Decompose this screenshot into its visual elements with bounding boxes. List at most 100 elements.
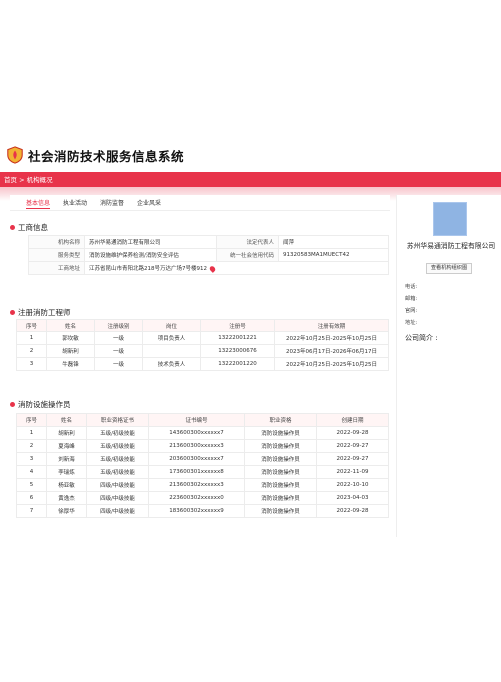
cell: 223600302xxxxxx0 bbox=[148, 491, 245, 505]
table-row: 1 郭坎敏 一级 项目负责人 13222001221 2022年10月25日-2… bbox=[16, 331, 389, 345]
cell: 2022年10月25日-2025年10月25日 bbox=[274, 357, 389, 371]
cell: 一级 bbox=[94, 357, 143, 371]
cell: 13222001220 bbox=[200, 357, 275, 371]
cell: 一级 bbox=[94, 344, 143, 358]
table-row: 4 李瑞炼 五级/初级技能 173600301xxxxxx8 消防设施操作员 2… bbox=[16, 465, 389, 479]
cell: 项目负责人 bbox=[142, 331, 201, 345]
cell: 消防设施操作员 bbox=[244, 478, 317, 492]
engineers-table: 序号 姓名 注册级别 岗位 注册号 注册有效期 1 郭坎敏 一级 项目负责人 1… bbox=[16, 319, 389, 371]
cell: 13222001221 bbox=[200, 331, 275, 345]
column-header: 职业资格 bbox=[244, 413, 317, 427]
cell: 消防设施操作员 bbox=[244, 504, 317, 518]
company-name: 苏州华易通消防工程有限公司 bbox=[406, 242, 496, 250]
field-label: 机构名称 bbox=[28, 235, 85, 249]
shield-logo-icon bbox=[7, 146, 23, 164]
cell: 5 bbox=[16, 478, 47, 492]
cell: 2022-09-27 bbox=[316, 439, 389, 453]
cell: 4 bbox=[16, 465, 47, 479]
phone-label: 电话: bbox=[405, 284, 418, 290]
cell: 技术负责人 bbox=[142, 357, 201, 371]
table-row: 1 胡新利 五级/初级技能 143600300xxxxxx7 消防设施操作员 2… bbox=[16, 426, 389, 440]
view-org-chart-button[interactable]: 查看机构组织图 bbox=[426, 263, 472, 274]
email-label: 邮箱: bbox=[405, 296, 418, 302]
cell: 消防设施操作员 bbox=[244, 426, 317, 440]
cell: 3 bbox=[16, 452, 47, 466]
table-row: 2 胡新利 一级 13223000676 2023年06月17日-2026年06… bbox=[16, 344, 389, 358]
cell: 173600301xxxxxx8 bbox=[148, 465, 245, 479]
cell: 杨亚敏 bbox=[46, 478, 87, 492]
cell: 黄逸杰 bbox=[46, 491, 87, 505]
field-value: 91320583MA1MUECT42 bbox=[278, 248, 389, 262]
column-header: 姓名 bbox=[46, 413, 87, 427]
breadcrumb: 首页 > 机构概况 bbox=[4, 174, 53, 184]
address-label: 地址: bbox=[405, 320, 418, 326]
field-value: 江苏省昆山市青阳北路218号万达广场7号楼912 bbox=[84, 261, 389, 275]
cell: 2022-09-27 bbox=[316, 452, 389, 466]
cell: 消防设施操作员 bbox=[244, 465, 317, 479]
cell: 3 bbox=[16, 357, 47, 371]
cell: 2022-09-28 bbox=[316, 426, 389, 440]
table-row: 5 杨亚敏 四级/中级技能 213600302xxxxxx3 消防设施操作员 2… bbox=[16, 478, 389, 492]
column-header: 证书编号 bbox=[148, 413, 245, 427]
cell: 四级/中级技能 bbox=[86, 478, 149, 492]
address-text: 江苏省昆山市青阳北路218号万达广场7号楼912 bbox=[89, 266, 207, 272]
cell: 7 bbox=[16, 504, 47, 518]
section-bullet-icon bbox=[10, 224, 15, 230]
table-row: 2 夏海峰 五级/初级技能 213600300xxxxxx3 消防设施操作员 2… bbox=[16, 439, 389, 453]
table-row: 6 黄逸杰 四级/中级技能 223600302xxxxxx0 消防设施操作员 2… bbox=[16, 491, 389, 505]
cell: 143600300xxxxxx7 bbox=[148, 426, 245, 440]
field-label: 法定代表人 bbox=[216, 235, 279, 249]
cell: 牛磊锋 bbox=[46, 357, 95, 371]
company-sidebar: 苏州华易通消防工程有限公司 查看机构组织图 电话: 邮箱: 官网: 地址: 公司… bbox=[396, 195, 501, 537]
cell: 消防设施操作员 bbox=[244, 439, 317, 453]
cell: 五级/初级技能 bbox=[86, 439, 149, 453]
section-operators-title: 消防设施操作员 bbox=[10, 399, 71, 410]
cell: 五级/初级技能 bbox=[86, 465, 149, 479]
map-pin-icon[interactable] bbox=[208, 264, 217, 273]
field-label: 工商地址 bbox=[28, 261, 85, 275]
table-row: 3 牛磊锋 一级 技术负责人 13222001220 2022年10月25日-2… bbox=[16, 357, 389, 371]
cell: 夏海峰 bbox=[46, 439, 87, 453]
company-logo bbox=[433, 202, 467, 236]
cell: 2023年06月17日-2026年06月17日 bbox=[274, 344, 389, 358]
column-header: 姓名 bbox=[46, 319, 95, 332]
cell: 183600302xxxxxx9 bbox=[148, 504, 245, 518]
field-value: 闻萍 bbox=[278, 235, 389, 249]
column-header: 序号 bbox=[16, 319, 47, 332]
breadcrumb-home[interactable]: 首页 bbox=[4, 176, 17, 184]
section-engineers-title: 注册消防工程师 bbox=[10, 307, 71, 318]
cell: 2 bbox=[16, 344, 47, 358]
cell: 消防设施操作员 bbox=[244, 491, 317, 505]
column-header: 注册有效期 bbox=[274, 319, 389, 332]
field-label: 统一社会信用代码 bbox=[216, 248, 279, 262]
column-header: 注册号 bbox=[200, 319, 275, 332]
tab-company-style[interactable]: 企业风采 bbox=[137, 198, 161, 207]
breadcrumb-current: 机构概况 bbox=[26, 176, 53, 184]
cell: 6 bbox=[16, 491, 47, 505]
cell: 213600302xxxxxx3 bbox=[148, 478, 245, 492]
cell: 13223000676 bbox=[200, 344, 275, 358]
cell: 1 bbox=[16, 331, 47, 345]
cell: 2022-10-10 bbox=[316, 478, 389, 492]
column-header: 创建日期 bbox=[316, 413, 389, 427]
table-row: 3 刘新海 五级/初级技能 203600300xxxxxx7 消防设施操作员 2… bbox=[16, 452, 389, 466]
tab-practice-activity[interactable]: 执业活动 bbox=[63, 198, 87, 207]
cell: 2022-09-28 bbox=[316, 504, 389, 518]
cell: 消防设施操作员 bbox=[244, 452, 317, 466]
cell: 2 bbox=[16, 439, 47, 453]
cell: 郭坎敏 bbox=[46, 331, 95, 345]
cell: 一级 bbox=[94, 331, 143, 345]
app-title: 社会消防技术服务信息系统 bbox=[28, 149, 185, 164]
tab-divider bbox=[10, 210, 390, 211]
cell: 徐厚华 bbox=[46, 504, 87, 518]
operators-table: 序号 姓名 职业资格证书 证书编号 职业资格 创建日期 1 胡新利 五级/初级技… bbox=[16, 413, 389, 518]
cell: 2022-11-09 bbox=[316, 465, 389, 479]
cell: 胡新利 bbox=[46, 344, 95, 358]
column-header: 职业资格证书 bbox=[86, 413, 149, 427]
tab-basic-info[interactable]: 基本信息 bbox=[26, 198, 51, 209]
table-row: 服务类型 消防设施维护保养检测/消防安全评估 统一社会信用代码 91320583… bbox=[28, 248, 389, 262]
field-value: 苏州华易通消防工程有限公司 bbox=[84, 235, 217, 249]
business-info-table: 机构名称 苏州华易通消防工程有限公司 法定代表人 闻萍 服务类型 消防设施维护保… bbox=[28, 235, 389, 275]
cell: 五级/初级技能 bbox=[86, 426, 149, 440]
tab-fire-supervision[interactable]: 消防监督 bbox=[100, 198, 124, 207]
